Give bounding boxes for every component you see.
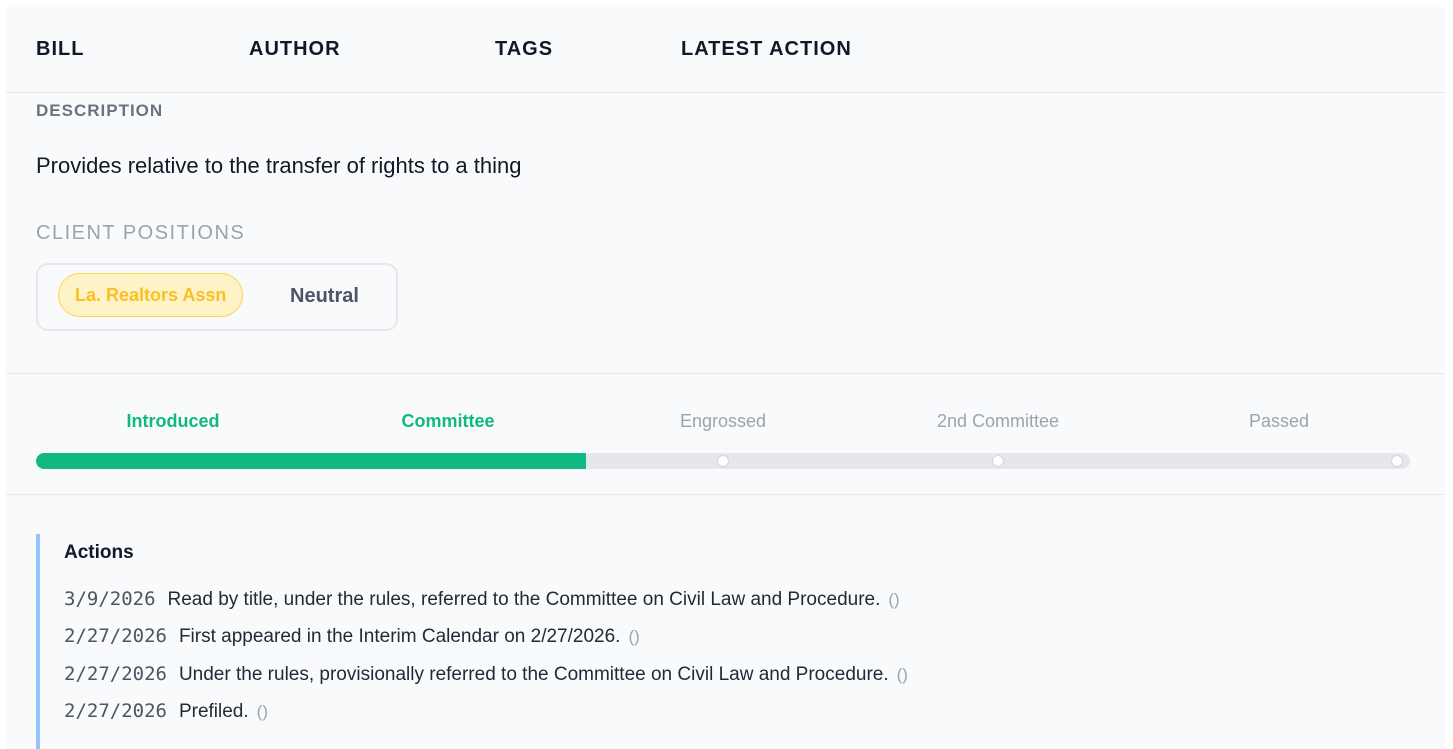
progress-step-marker: [717, 455, 729, 467]
progress-stage-passed: Passed: [1248, 411, 1310, 431]
progress-step-marker: [992, 455, 1004, 467]
bill-detail-panel: BILL AUTHOR TAGS LATEST ACTION DESCRIPTI…: [6, 7, 1445, 749]
column-header-latest-action[interactable]: LATEST ACTION: [681, 38, 852, 61]
progress-stage-introduced: Introduced: [126, 411, 220, 431]
action-description: Prefiled.: [178, 701, 249, 722]
client-positions-label: CLIENT POSITIONS: [36, 222, 246, 244]
action-date: 3/9/2026: [64, 588, 156, 610]
action-date: 2/27/2026: [64, 625, 167, 647]
column-header-author[interactable]: AUTHOR: [249, 38, 341, 61]
progress-fill: [36, 453, 586, 469]
action-description: Read by title, under the rules, referred…: [167, 589, 881, 610]
action-date: 2/27/2026: [64, 663, 167, 685]
page: BILL AUTHOR TAGS LATEST ACTION DESCRIPTI…: [0, 0, 1453, 749]
client-badge[interactable]: La. Realtors Assn: [58, 273, 244, 317]
action-source-link[interactable]: (): [897, 665, 908, 684]
progress-track: [36, 453, 1410, 469]
client-position-value: Neutral: [290, 285, 359, 307]
description-label: DESCRIPTION: [36, 101, 164, 120]
action-row: 2/27/2026 First appeared in the Interim C…: [64, 625, 640, 648]
action-row: 3/9/2026 Read by title, under the rules, …: [64, 588, 900, 611]
action-description: First appeared in the Interim Calendar o…: [178, 626, 621, 647]
bill-progress-section: Introduced Committee Engrossed 2nd Committe…: [6, 373, 1445, 495]
progress-stage-engrossed: Engrossed: [679, 411, 767, 431]
action-date: 2/27/2026: [64, 700, 167, 722]
action-description: Under the rules, provisionally referred …: [178, 664, 889, 685]
action-row: 2/27/2026 Prefiled. (): [64, 700, 268, 723]
column-header-bill[interactable]: BILL: [36, 38, 84, 61]
progress-step-marker: [1391, 455, 1403, 467]
action-source-link[interactable]: (): [257, 702, 268, 721]
client-position-card: La. Realtors Assn Neutral: [36, 263, 398, 331]
action-source-link[interactable]: (): [628, 627, 639, 646]
action-row: 2/27/2026 Under the rules, provisionally …: [64, 663, 908, 686]
column-header-tags[interactable]: TAGS: [495, 38, 553, 61]
progress-stage-committee: Committee: [401, 411, 495, 431]
progress-stage-2nd-committee: 2nd Committee: [936, 411, 1060, 431]
table-header-row: BILL AUTHOR TAGS LATEST ACTION: [6, 7, 1445, 93]
actions-title: Actions: [64, 542, 134, 563]
description-text: Provides relative to the transfer of rig…: [36, 153, 522, 178]
actions-panel: Actions 3/9/2026 Read by title, under the…: [36, 534, 1420, 749]
action-source-link[interactable]: (): [888, 590, 899, 609]
